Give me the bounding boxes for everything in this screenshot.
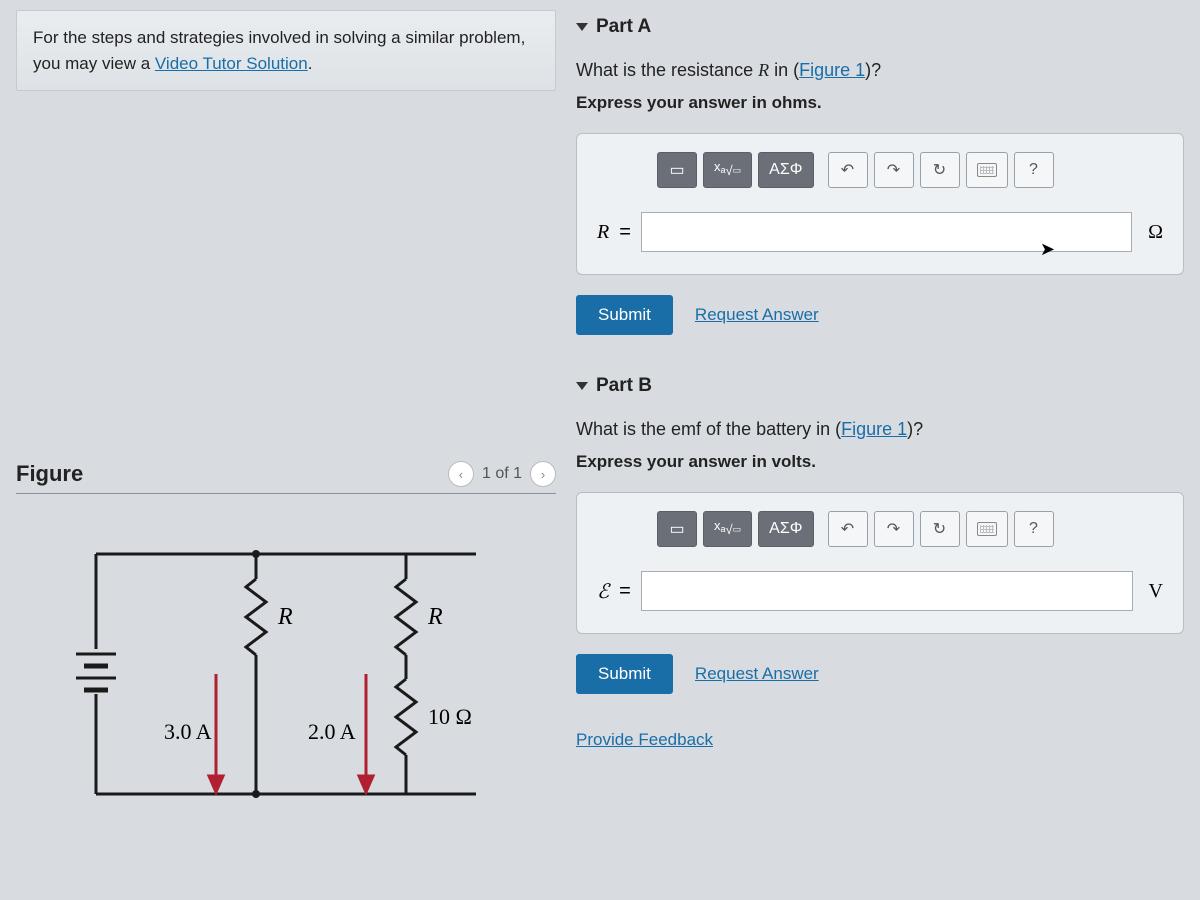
part-b-header[interactable]: Part B: [576, 375, 1184, 397]
part-a-var-label: R: [597, 221, 609, 244]
math-format-button[interactable]: xa√▭: [703, 152, 752, 188]
redo-button[interactable]: ↷: [874, 152, 914, 188]
figure-next-button[interactable]: ›: [530, 461, 556, 487]
greek-letters-button[interactable]: ΑΣΦ: [758, 152, 813, 188]
redo-button[interactable]: ↷: [874, 511, 914, 547]
keyboard-button[interactable]: [966, 511, 1008, 547]
part-a-request-answer-link[interactable]: Request Answer: [695, 305, 819, 325]
part-a-header[interactable]: Part A: [576, 16, 1184, 38]
circuit-label-r1: R: [277, 604, 293, 630]
circuit-label-i2: 2.0 A: [308, 719, 356, 744]
hint-box: For the steps and strategies involved in…: [16, 10, 556, 91]
video-tutor-link[interactable]: Video Tutor Solution: [155, 54, 308, 73]
part-b-request-answer-link[interactable]: Request Answer: [695, 664, 819, 684]
circuit-label-10ohm: 10 Ω: [428, 704, 472, 729]
part-b-question: What is the emf of the battery in (Figur…: [576, 419, 1184, 440]
greek-letters-button[interactable]: ΑΣΦ: [758, 511, 813, 547]
figure-title: Figure: [16, 461, 83, 487]
undo-button[interactable]: ↶: [828, 511, 868, 547]
part-b-instruct: Express your answer in volts.: [576, 452, 1184, 472]
circuit-label-r2: R: [427, 604, 443, 630]
reset-button[interactable]: ↻: [920, 511, 960, 547]
part-a-instruct: Express your answer in ohms.: [576, 93, 1184, 113]
figure-pager: ‹ 1 of 1 ›: [448, 461, 556, 487]
templates-button[interactable]: ▭: [657, 511, 697, 547]
part-b-submit-button[interactable]: Submit: [576, 654, 673, 694]
part-b-title: Part B: [596, 375, 652, 397]
math-format-button[interactable]: xa√▭: [703, 511, 752, 547]
reset-button[interactable]: ↻: [920, 152, 960, 188]
part-b-unit: V: [1149, 580, 1163, 603]
circuit-label-i1: 3.0 A: [164, 719, 212, 744]
part-b-answer-input[interactable]: [641, 571, 1133, 611]
keyboard-icon: [977, 522, 997, 536]
undo-button[interactable]: ↶: [828, 152, 868, 188]
part-b-answer-box: ▭ xa√▭ ΑΣΦ ↶ ↷ ↻ ? ℰ = V: [576, 492, 1184, 634]
part-a-unit: Ω: [1148, 221, 1163, 244]
figure-page-indicator: 1 of 1: [482, 465, 522, 483]
figure-1-link[interactable]: Figure 1: [799, 60, 865, 80]
figure-panel: Figure ‹ 1 of 1 ›: [16, 461, 556, 824]
part-a-answer-box: ▭ xa√▭ ΑΣΦ ↶ ↷ ↻ ? R = Ω ➤: [576, 133, 1184, 275]
part-a-submit-button[interactable]: Submit: [576, 295, 673, 335]
keyboard-icon: [977, 163, 997, 177]
help-button[interactable]: ?: [1014, 511, 1054, 547]
part-b-var-label: ℰ: [597, 579, 609, 604]
help-button[interactable]: ?: [1014, 152, 1054, 188]
part-a-question: What is the resistance R in (Figure 1)?: [576, 60, 1184, 81]
templates-button[interactable]: ▭: [657, 152, 697, 188]
part-b-toolbar: ▭ xa√▭ ΑΣΦ ↶ ↷ ↻ ?: [657, 511, 1163, 547]
caret-down-icon: [576, 23, 588, 31]
part-a-title: Part A: [596, 16, 651, 38]
part-a-answer-input[interactable]: [641, 212, 1132, 252]
equals-sign: =: [619, 221, 631, 244]
keyboard-button[interactable]: [966, 152, 1008, 188]
circuit-diagram: R R 10 Ω 3.0 A 2.0 A: [56, 524, 516, 824]
equals-sign: =: [619, 580, 631, 603]
hint-text-suffix: .: [308, 54, 313, 73]
provide-feedback-link[interactable]: Provide Feedback: [576, 730, 1184, 750]
figure-1-link-b[interactable]: Figure 1: [841, 419, 907, 439]
caret-down-icon: [576, 382, 588, 390]
part-a-toolbar: ▭ xa√▭ ΑΣΦ ↶ ↷ ↻ ?: [657, 152, 1163, 188]
figure-prev-button[interactable]: ‹: [448, 461, 474, 487]
